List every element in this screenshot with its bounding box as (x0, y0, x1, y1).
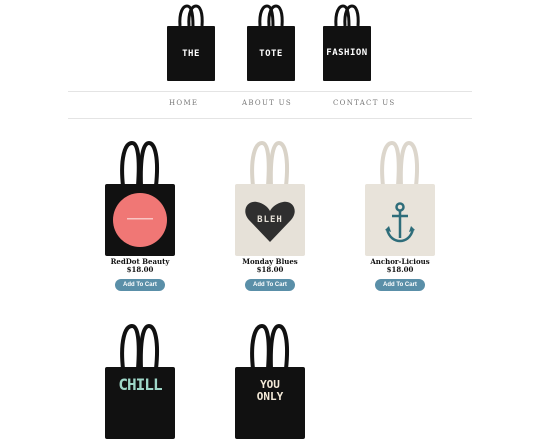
add-to-cart-button[interactable]: Add To Cart (245, 279, 295, 291)
logo-tote-the: THE (167, 4, 215, 81)
logo-tote-tote: TOTE (247, 4, 295, 81)
product-card: RedDot Beauty $18.00 Add To Cart (75, 138, 205, 291)
product-image[interactable]: YOU ONLY (235, 321, 305, 441)
product-price: $18.00 (386, 265, 414, 274)
product-image[interactable]: CHILL (105, 321, 175, 441)
logo-word: THE (182, 49, 200, 59)
product-card: CHILL (75, 321, 205, 441)
bag-print-text: CHILL (118, 375, 162, 394)
site-logo[interactable]: THE TOTE FASHION (0, 4, 540, 84)
product-card: YOU ONLY (205, 321, 335, 441)
logo-tote-fashion: FASHION (323, 4, 371, 81)
logo-word: FASHION (326, 48, 368, 58)
logo-word: TOTE (259, 49, 283, 59)
add-to-cart-button[interactable]: Add To Cart (375, 279, 425, 291)
product-card: Anchor-Licious $18.00 Add To Cart (335, 138, 465, 291)
product-image[interactable]: BLEH (235, 138, 305, 258)
add-to-cart-button[interactable]: Add To Cart (115, 279, 165, 291)
nav-home[interactable]: HOME (169, 99, 198, 107)
product-price: $18.00 (256, 265, 284, 274)
nav-divider-bottom (68, 118, 472, 119)
bag-print-text: YOU ONLY (256, 378, 284, 403)
product-image[interactable] (105, 138, 175, 258)
nav-contact-us[interactable]: CONTACT US (333, 99, 396, 107)
product-image[interactable] (365, 138, 435, 258)
main-nav: HOME ABOUT US CONTACT US (68, 92, 472, 118)
product-card: BLEH Monday Blues $18.00 Add To Cart (205, 138, 335, 291)
nav-about-us[interactable]: ABOUT US (242, 99, 292, 107)
product-price: $18.00 (126, 265, 154, 274)
bag-print-text: BLEH (257, 215, 283, 225)
